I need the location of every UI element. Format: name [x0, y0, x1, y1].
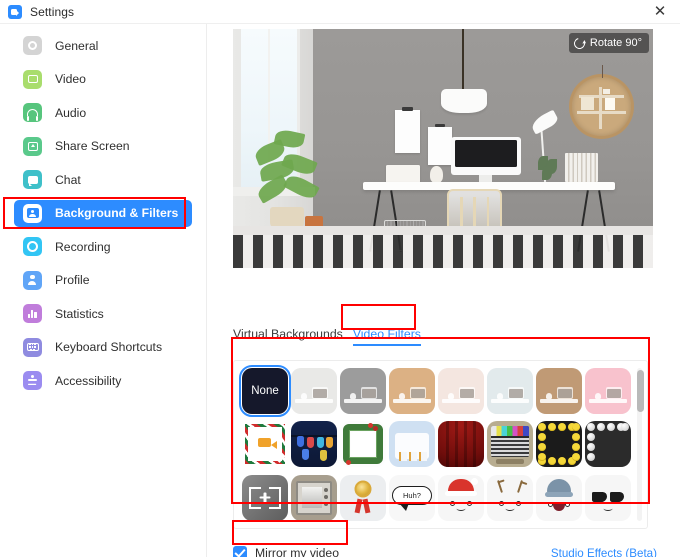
mirror-my-video-label: Mirror my video [255, 546, 339, 557]
sidebar-item-label: Statistics [55, 306, 104, 321]
share-screen-icon [23, 136, 42, 156]
gear-icon [23, 36, 42, 55]
sidebar-item-label: Recording [55, 239, 111, 254]
sidebar-item-recording[interactable]: Recording [14, 233, 192, 260]
virtual-background-scene [233, 29, 653, 268]
filter-thumb-pink[interactable] [585, 368, 631, 414]
filter-thumb-none[interactable]: None [239, 365, 291, 417]
window-title: Settings [30, 4, 75, 19]
rotate-90-button[interactable]: Rotate 90° [568, 33, 649, 53]
filter-thumb-string-lights[interactable] [291, 421, 337, 468]
filter-thumb-vintage-oven[interactable] [291, 474, 337, 521]
filter-thumb-christmas-frame[interactable] [242, 421, 288, 468]
checkmark-icon [233, 546, 247, 557]
filter-thumb-reindeer-antlers[interactable] [487, 474, 533, 521]
tab-virtual-backgrounds[interactable]: Virtual Backgrounds [233, 327, 343, 346]
filter-thumb-beanie-hat[interactable] [536, 474, 582, 521]
sidebar-item-audio[interactable]: Audio [14, 99, 192, 126]
sidebar-item-background-filters[interactable]: Background & Filters [14, 199, 192, 227]
sidebar-item-general[interactable]: General [14, 32, 192, 59]
record-circle-icon [23, 237, 42, 256]
video-filters-grid: None Huh? [239, 365, 631, 521]
video-camera-icon [23, 69, 42, 89]
filter-thumb-emoji-border[interactable] [536, 421, 582, 468]
main-content: Rotate 90° Virtual Backgrounds Video Fil… [207, 24, 680, 557]
zoom-logo-icon [8, 4, 22, 19]
sidebar-item-label: Audio [55, 105, 87, 120]
keyboard-icon [23, 337, 42, 357]
tab-video-filters[interactable]: Video Filters [352, 327, 421, 346]
sidebar-item-video[interactable]: Video [14, 66, 192, 93]
studio-effects-link[interactable]: Studio Effects (Beta) [551, 547, 657, 557]
sidebar-item-label: General [55, 38, 99, 53]
plant-decor [253, 125, 325, 230]
filter-thumb-holly-wreath[interactable] [340, 421, 386, 468]
sidebar-item-label: Profile [55, 273, 90, 287]
settings-window: Settings ✕ General Video Audio Share Scr… [0, 0, 680, 557]
filter-thumb-pearl-border[interactable] [585, 421, 631, 468]
sidebar-item-label: Chat [55, 172, 81, 187]
sidebar-item-label: Background & Filters [55, 206, 179, 220]
filter-thumb-huh-speech-bubble[interactable]: Huh? [389, 474, 435, 521]
filter-thumb-sunglasses[interactable] [585, 474, 631, 521]
sidebar-item-accessibility[interactable]: Accessibility [14, 367, 192, 394]
sidebar-item-share-screen[interactable]: Share Screen [14, 133, 192, 160]
speech-bubble-text: Huh? [392, 485, 432, 512]
sidebar-item-profile[interactable]: Profile [14, 267, 192, 294]
rotate-button-label: Rotate 90° [589, 37, 642, 49]
chat-bubble-icon [23, 170, 42, 189]
filter-thumb-brown[interactable] [536, 368, 582, 414]
filter-thumb-warm-blush[interactable] [438, 368, 484, 414]
headphones-icon [23, 103, 42, 122]
person-card-icon [23, 203, 42, 223]
sidebar-item-chat[interactable]: Chat [14, 166, 192, 193]
filter-thumb-red-curtain[interactable] [438, 421, 484, 468]
title-bar: Settings ✕ [0, 0, 680, 23]
filters-scrollbar[interactable] [637, 368, 644, 521]
bar-chart-icon [23, 304, 42, 323]
sidebar-item-label: Accessibility [55, 373, 122, 388]
rotate-icon [571, 35, 587, 51]
filter-thumb-award-medal[interactable] [340, 474, 386, 521]
filter-thumb-snow-house[interactable] [389, 421, 435, 468]
filter-thumb-light-gray[interactable] [291, 368, 337, 414]
bottom-bar: Mirror my video Studio Effects (Beta) [233, 546, 657, 557]
filter-thumb-focus-frame[interactable] [242, 474, 288, 521]
sidebar-item-statistics[interactable]: Statistics [14, 300, 192, 327]
filter-thumb-cool-blue[interactable] [487, 368, 533, 414]
sidebar-item-label: Keyboard Shortcuts [55, 340, 163, 354]
filter-thumb-gray[interactable] [340, 368, 386, 414]
video-filters-panel: None Huh? [233, 360, 648, 529]
filter-tabs: Virtual Backgrounds Video Filters [233, 327, 421, 346]
video-preview: Rotate 90° [233, 29, 653, 268]
sidebar: General Video Audio Share Screen Chat Ba… [0, 24, 206, 557]
filters-scrollbar-thumb[interactable] [637, 370, 644, 412]
close-icon[interactable]: ✕ [640, 0, 680, 23]
accessibility-icon [23, 371, 42, 390]
filter-thumb-sepia[interactable] [389, 368, 435, 414]
sidebar-item-label: Video [55, 72, 86, 86]
sidebar-item-label: Share Screen [55, 139, 130, 153]
sidebar-item-keyboard-shortcuts[interactable]: Keyboard Shortcuts [14, 334, 192, 361]
filter-thumb-retro-tv[interactable] [487, 421, 533, 468]
filter-thumb-santa-hat[interactable] [438, 474, 484, 521]
person-icon [23, 270, 42, 290]
